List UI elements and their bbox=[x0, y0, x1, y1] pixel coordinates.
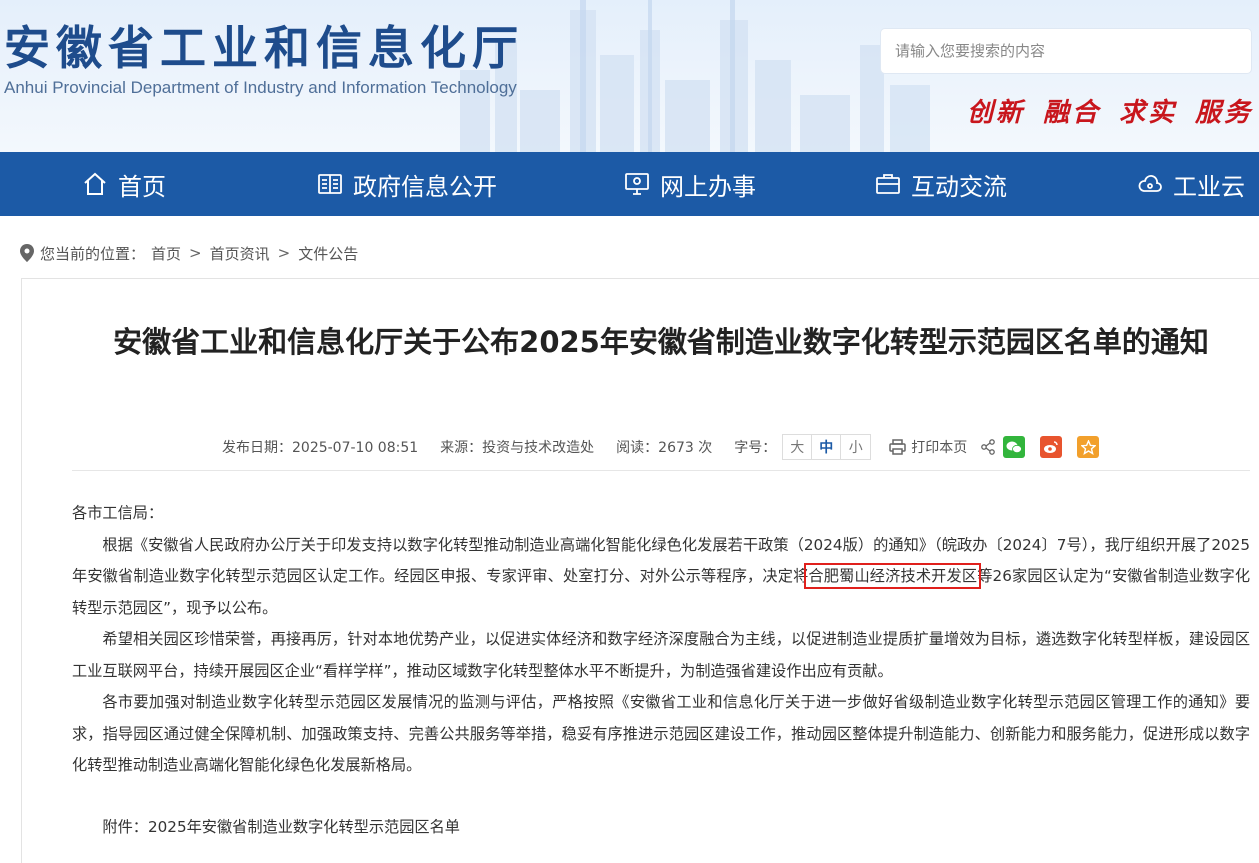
location-pin-icon bbox=[20, 244, 34, 262]
breadcrumb-link-notices[interactable]: 文件公告 bbox=[298, 243, 358, 264]
printer-icon bbox=[889, 439, 907, 455]
breadcrumb-link-news[interactable]: 首页资讯 bbox=[210, 243, 270, 264]
nav-label: 首页 bbox=[118, 172, 166, 201]
breadcrumb-separator: > bbox=[277, 244, 291, 262]
paragraph-3: 各市要加强对制造业数字化转型示范园区发展情况的监测与评估，严格按照《安徽省工业和… bbox=[72, 693, 1250, 774]
briefcase-icon bbox=[876, 174, 900, 194]
monitor-icon bbox=[625, 173, 649, 195]
home-icon bbox=[84, 172, 106, 195]
nav-label: 工业云 bbox=[1173, 172, 1245, 201]
site-subtitle: Anhui Provincial Department of Industry … bbox=[4, 78, 517, 97]
site-title: 安徽省工业和信息化厅 bbox=[4, 21, 524, 75]
article-source: 来源：投资与技术改造处 bbox=[440, 440, 595, 456]
share-icon[interactable] bbox=[981, 439, 996, 455]
nav-item-online-service[interactable]: 网上办事 bbox=[624, 152, 756, 216]
slogan-word: 服务 bbox=[1194, 98, 1253, 128]
nav-label: 网上办事 bbox=[660, 172, 756, 201]
nav-item-home[interactable]: 首页 bbox=[82, 152, 166, 216]
font-size-large-button[interactable]: 大 bbox=[783, 435, 813, 459]
breadcrumb-prefix: 您当前的位置： bbox=[40, 244, 146, 263]
nav-label: 互动交流 bbox=[911, 172, 1007, 201]
font-size-switcher: 大 中 小 bbox=[782, 434, 872, 460]
site-header: 安徽省工业和信息化厅 Anhui Provincial Department o… bbox=[0, 0, 1259, 152]
breadcrumb: 您当前的位置： 首页 > 首页资讯 > 文件公告 bbox=[20, 242, 358, 264]
attachment-link[interactable]: 附件：2025年安徽省制造业数字化转型示范园区名单 bbox=[72, 812, 1250, 844]
paragraph-2: 希望相关园区珍惜荣誉，再接再厉，针对本地优势产业，以促进实体经济和数字经济深度融… bbox=[72, 630, 1250, 680]
font-size-label: 字号： bbox=[734, 440, 777, 456]
wechat-share-icon[interactable] bbox=[1003, 436, 1026, 458]
font-size-small-button[interactable]: 小 bbox=[841, 435, 870, 459]
highlighted-park-name: 合肥蜀山经济技术开发区 bbox=[804, 563, 982, 589]
nav-item-interaction[interactable]: 互动交流 bbox=[875, 152, 1007, 216]
article-body: 各市工信局： 根据《安徽省人民政府办公厅关于印发支持以数字化转型推动制造业高端化… bbox=[72, 498, 1250, 843]
breadcrumb-link-home[interactable]: 首页 bbox=[151, 243, 181, 264]
favorite-star-icon[interactable] bbox=[1077, 436, 1100, 458]
publish-date: 发布日期：2025-07-10 08:51 bbox=[222, 440, 419, 456]
site-slogan: 创新 融合 求实 服务 bbox=[967, 92, 1253, 129]
paragraph-1: 根据《安徽省人民政府办公厅关于印发支持以数字化转型推动制造业高端化智能化绿色化发… bbox=[72, 530, 1250, 625]
search-box bbox=[881, 29, 1251, 73]
cloud-icon bbox=[1138, 175, 1162, 192]
slogan-word: 创新 bbox=[966, 98, 1025, 128]
breadcrumb-separator: > bbox=[189, 244, 202, 262]
print-label: 打印本页 bbox=[911, 440, 968, 456]
search-input[interactable] bbox=[895, 29, 1235, 73]
view-count: 阅读：2673 次 bbox=[616, 440, 713, 456]
nav-item-industry-cloud[interactable]: 工业云 bbox=[1137, 152, 1245, 216]
print-button[interactable]: 打印本页 bbox=[889, 437, 967, 457]
font-size-medium-button[interactable]: 中 bbox=[812, 435, 842, 459]
article-title: 安徽省工业和信息化厅关于公布2025年安徽省制造业数字化转型示范园区名单的通知 bbox=[113, 325, 1209, 359]
article-meta: 发布日期：2025-07-10 08:51 来源：投资与技术改造处 阅读：267… bbox=[222, 434, 1114, 460]
divider bbox=[72, 470, 1250, 471]
salutation: 各市工信局： bbox=[72, 504, 164, 522]
main-nav: 首页 政府信息公开 网上办事 互动交流 工业云 bbox=[0, 152, 1259, 216]
slogan-word: 融合 bbox=[1042, 98, 1101, 128]
nav-label: 政府信息公开 bbox=[353, 172, 497, 201]
slogan-word: 求实 bbox=[1118, 98, 1177, 128]
book-icon bbox=[318, 174, 342, 194]
weibo-share-icon[interactable] bbox=[1040, 436, 1063, 458]
nav-item-gov-info[interactable]: 政府信息公开 bbox=[317, 152, 497, 216]
